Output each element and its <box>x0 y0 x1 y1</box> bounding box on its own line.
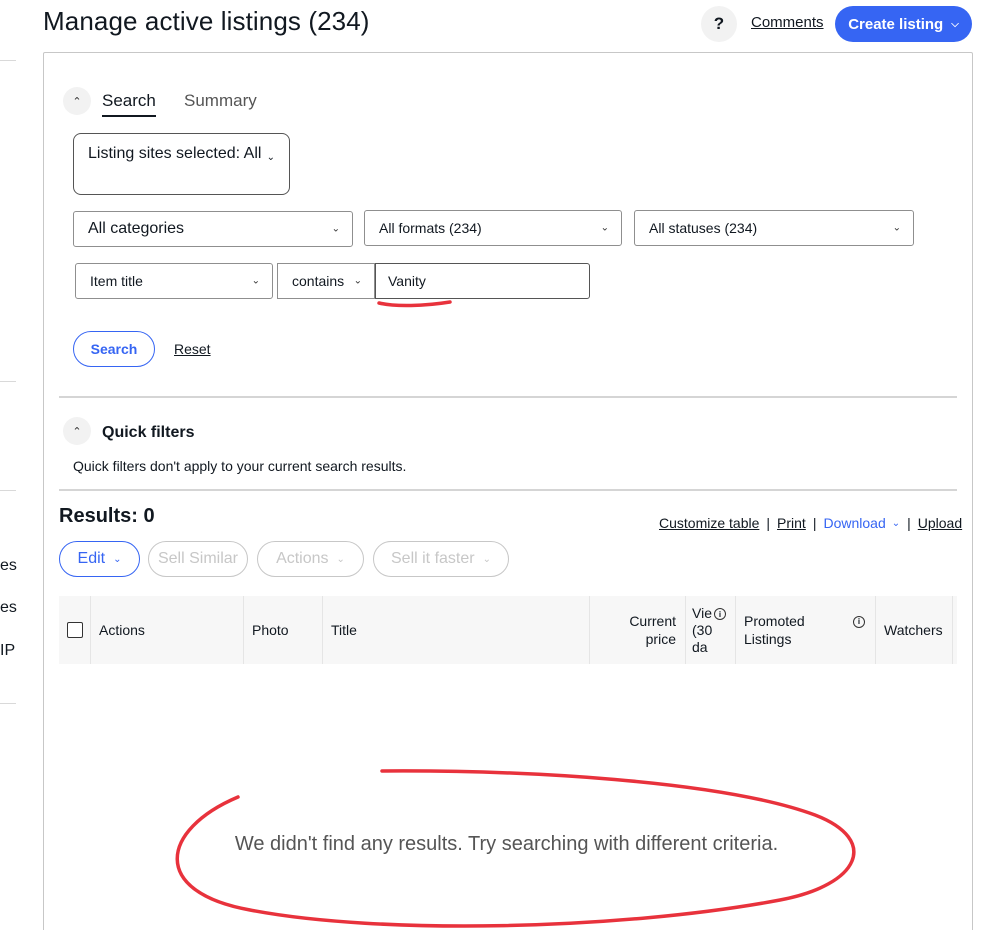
sell-similar-button[interactable]: Sell Similar <box>148 541 248 577</box>
tab-summary[interactable]: Summary <box>184 91 257 111</box>
sidebar-divider <box>0 381 16 382</box>
help-button[interactable]: ? <box>701 6 737 42</box>
chevron-down-icon: ⌵ <box>951 18 959 30</box>
chevron-down-icon: ⌄ <box>251 275 260 287</box>
chevron-down-icon: ⌄ <box>353 275 362 287</box>
formats-select[interactable]: All formats (234) ⌄ <box>364 210 622 246</box>
chevron-down-icon: ⌄ <box>891 517 901 529</box>
download-label: Download <box>823 515 886 531</box>
comments-link[interactable]: Comments <box>751 14 824 31</box>
column-views-label: Vie (30 da <box>692 604 713 655</box>
table-header: Actions Photo Title Current price Vie (3… <box>59 596 957 664</box>
chevron-up-icon: ⌃ <box>72 425 82 438</box>
column-watchers[interactable]: Watchers <box>876 596 953 664</box>
column-actions[interactable]: Actions <box>91 596 244 664</box>
actions-label: Actions <box>276 550 329 567</box>
table-links: Customize table | Print | Download ⌄ | U… <box>659 515 962 531</box>
actions-button[interactable]: Actions ⌄ <box>257 541 364 577</box>
search-field-select[interactable]: Item title ⌄ <box>75 263 273 299</box>
search-button[interactable]: Search <box>73 331 155 367</box>
column-photo[interactable]: Photo <box>244 596 323 664</box>
separator: | <box>766 515 771 531</box>
sell-faster-button[interactable]: Sell it faster ⌄ <box>373 541 509 577</box>
section-divider <box>59 396 957 398</box>
search-input-value: Vanity <box>388 273 426 289</box>
column-title[interactable]: Title <box>323 596 590 664</box>
column-promoted-label: Promoted Listings <box>744 613 805 647</box>
page-title: Manage active listings (234) <box>43 6 370 36</box>
edit-label: Edit <box>77 550 106 567</box>
collapse-quick-filters-button[interactable]: ⌃ <box>63 417 91 445</box>
create-listing-label: Create listing <box>848 15 944 33</box>
sell-similar-label: Sell Similar <box>157 550 238 567</box>
info-icon[interactable]: i <box>714 608 726 620</box>
sidebar-item-fragment[interactable]: es <box>0 557 17 575</box>
sidebar-divider <box>0 60 16 61</box>
formats-value: All formats (234) <box>379 220 482 236</box>
listing-sites-label: Listing sites selected: All <box>88 145 262 162</box>
results-count: Results: 0 <box>59 505 155 527</box>
column-promoted-listings[interactable]: Promoted Listings i <box>736 596 876 664</box>
chevron-down-icon: ⌄ <box>482 553 491 565</box>
tab-search[interactable]: Search <box>102 91 156 117</box>
operator-value: contains <box>292 273 345 289</box>
sell-faster-label: Sell it faster <box>391 550 475 567</box>
separator: | <box>812 515 817 531</box>
help-icon: ? <box>713 14 725 33</box>
collapse-search-button[interactable]: ⌃ <box>63 87 91 115</box>
categories-value: All categories <box>88 220 185 237</box>
section-divider <box>59 489 957 491</box>
chevron-down-icon: ⌄ <box>113 553 122 565</box>
chevron-down-icon: ⌄ <box>600 222 609 234</box>
quick-filters-note: Quick filters don't apply to your curren… <box>73 458 407 474</box>
sidebar-divider <box>0 490 16 491</box>
column-current-price[interactable]: Current price <box>590 596 686 664</box>
operator-select[interactable]: contains ⌄ <box>277 263 375 299</box>
chevron-down-icon: ⌄ <box>336 553 345 565</box>
chevron-down-icon: ⌄ <box>331 223 340 235</box>
column-views[interactable]: Vie (30 da i <box>686 596 736 664</box>
statuses-value: All statuses (234) <box>649 220 758 236</box>
sidebar-item-fragment[interactable]: es <box>0 599 17 617</box>
print-link[interactable]: Print <box>777 515 806 531</box>
edit-button[interactable]: Edit ⌄ <box>59 541 140 577</box>
categories-select[interactable]: All categories ⌄ <box>73 211 353 247</box>
info-icon[interactable]: i <box>853 616 865 628</box>
sidebar-item-fragment[interactable]: IP <box>0 642 15 660</box>
reset-link[interactable]: Reset <box>174 341 211 357</box>
chevron-up-icon: ⌃ <box>72 95 82 108</box>
separator: | <box>907 515 911 531</box>
select-all-checkbox[interactable] <box>66 622 83 638</box>
quick-filters-title: Quick filters <box>102 424 195 441</box>
download-dropdown[interactable]: Download ⌄ <box>823 515 900 531</box>
create-listing-button[interactable]: Create listing ⌵ <box>835 6 972 42</box>
search-input[interactable]: Vanity <box>375 263 590 299</box>
select-all-cell <box>59 596 91 664</box>
sidebar-divider <box>0 703 16 704</box>
chevron-down-icon: ⌄ <box>892 222 901 234</box>
chevron-down-icon: ⌄ <box>266 152 275 163</box>
empty-results-message: We didn't find any results. Try searchin… <box>234 833 779 855</box>
search-field-value: Item title <box>90 273 143 289</box>
statuses-select[interactable]: All statuses (234) ⌄ <box>634 210 914 246</box>
upload-link[interactable]: Upload <box>918 515 962 531</box>
customize-table-link[interactable]: Customize table <box>659 515 759 531</box>
column-current-price-label: Current price <box>629 613 676 647</box>
listing-sites-select[interactable]: Listing sites selected: All ⌄ <box>73 133 290 195</box>
